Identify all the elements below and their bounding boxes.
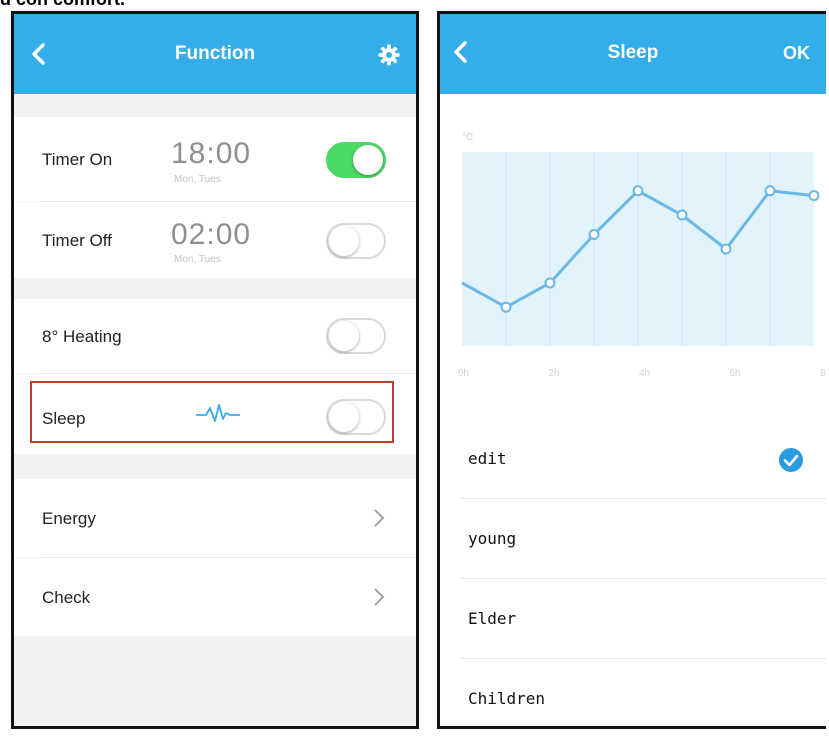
check-icon bbox=[779, 448, 803, 472]
sleep-curve-svg[interactable]: °C 0h 2h 4h 6h 8h bbox=[440, 94, 826, 419]
chart-point bbox=[764, 185, 776, 197]
page-title: Sleep bbox=[607, 42, 659, 63]
timer-on-label: Timer On bbox=[42, 150, 113, 169]
option-label: Children bbox=[468, 689, 546, 708]
energy-row[interactable]: Energy bbox=[14, 479, 416, 557]
chart-x-tick-label: 8h bbox=[820, 368, 826, 379]
energy-label: Energy bbox=[42, 509, 96, 528]
ok-button[interactable]: OK bbox=[783, 14, 810, 92]
timer-on-row[interactable]: Timer On 18:00 Mon, Tues bbox=[14, 117, 416, 201]
chart-point bbox=[808, 190, 820, 202]
heating-row[interactable]: 8° Heating bbox=[14, 299, 416, 373]
option-children[interactable]: Children bbox=[440, 659, 826, 726]
toggle-knob bbox=[329, 321, 359, 351]
function-header: Function bbox=[14, 14, 416, 94]
cropped-caption-text: d con comfort. bbox=[0, 0, 125, 10]
timer-off-label: Timer Off bbox=[42, 231, 112, 250]
chart-x-tick-label: 6h bbox=[730, 368, 741, 379]
chart-x-tick-label: 2h bbox=[549, 368, 560, 379]
option-label: Elder bbox=[468, 609, 517, 628]
function-screen: Function Timer On 18:00 Mon, Tues Timer … bbox=[11, 11, 419, 729]
heating-toggle[interactable] bbox=[326, 318, 386, 354]
timer-off-time[interactable]: 02:00 bbox=[171, 218, 251, 252]
option-young[interactable]: young bbox=[440, 499, 826, 579]
chart-point bbox=[588, 228, 600, 240]
chart-x-tick-label: 0h bbox=[458, 368, 469, 379]
chart-point bbox=[500, 301, 512, 313]
chevron-right-icon bbox=[374, 509, 385, 527]
timer-on-days: Mon, Tues bbox=[174, 174, 221, 185]
page-title: Function bbox=[174, 43, 256, 64]
check-label: Check bbox=[42, 588, 91, 607]
sleep-screen: Sleep OK °C 0h 2h 4h 6h 8h edit young Elder C… bbox=[437, 11, 826, 729]
chart-y-unit-label: °C bbox=[462, 132, 473, 143]
timer-on-toggle[interactable] bbox=[326, 142, 386, 178]
sleep-header: Sleep OK bbox=[440, 14, 826, 94]
timer-off-row[interactable]: Timer Off 02:00 Mon, Tues bbox=[14, 202, 416, 278]
option-edit[interactable]: edit bbox=[440, 419, 826, 499]
check-row[interactable]: Check bbox=[14, 558, 416, 636]
sleep-highlight-box bbox=[30, 381, 394, 443]
heating-label: 8° Heating bbox=[42, 327, 122, 346]
gear-icon[interactable] bbox=[378, 44, 400, 66]
chart-point bbox=[632, 185, 644, 197]
chart-point bbox=[544, 277, 556, 289]
chevron-right-icon bbox=[374, 588, 385, 606]
toggle-knob bbox=[329, 226, 359, 256]
timer-on-time[interactable]: 18:00 bbox=[171, 137, 251, 171]
option-label: young bbox=[468, 529, 517, 548]
chart-point bbox=[720, 243, 732, 255]
timer-off-days: Mon, Tues bbox=[174, 254, 221, 265]
chart-x-tick-label: 4h bbox=[639, 368, 650, 379]
toggle-knob bbox=[353, 145, 383, 175]
chart-point bbox=[676, 209, 688, 221]
timer-off-toggle[interactable] bbox=[326, 223, 386, 259]
sleep-curve-chart[interactable]: °C 0h 2h 4h 6h 8h bbox=[440, 94, 826, 419]
option-label: edit bbox=[468, 449, 507, 468]
option-elder[interactable]: Elder bbox=[440, 579, 826, 659]
